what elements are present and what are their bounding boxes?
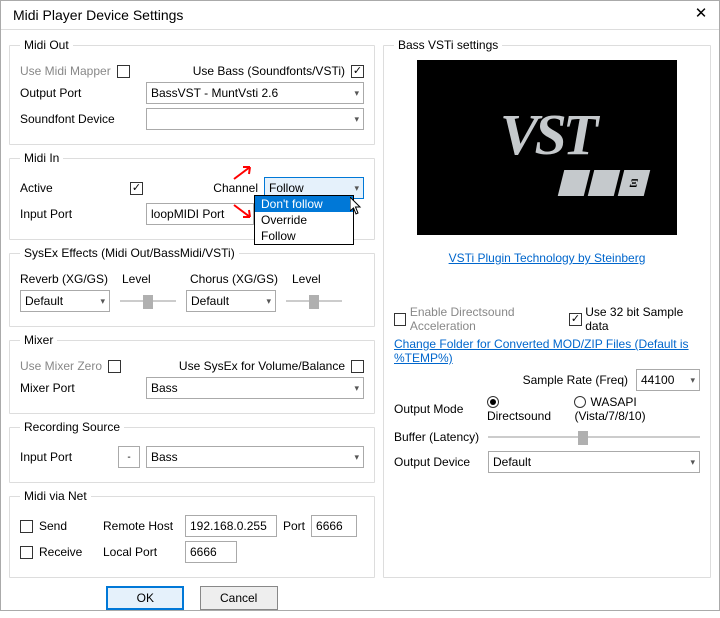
- sample-rate-label: Sample Rate (Freq): [523, 373, 628, 387]
- window-title: Midi Player Device Settings: [13, 7, 693, 23]
- use-sysex-checkbox[interactable]: [351, 360, 364, 373]
- directsound-radio[interactable]: Directsound: [487, 395, 560, 423]
- remote-port-label: Port: [283, 519, 305, 533]
- buffer-slider[interactable]: [488, 427, 700, 447]
- remote-host-input[interactable]: [185, 515, 277, 537]
- ok-button[interactable]: OK: [106, 586, 184, 610]
- channel-option-follow[interactable]: Follow: [255, 228, 353, 244]
- chevron-down-icon: ▾: [350, 88, 359, 99]
- use-midi-mapper-checkbox[interactable]: [117, 65, 130, 78]
- midi-in-group: Midi In Active Channel Follow ▾ Input Po…: [9, 151, 375, 240]
- output-device-label: Output Device: [394, 455, 488, 469]
- chevron-down-icon: ▾: [350, 114, 359, 125]
- output-device-combo[interactable]: Default ▾: [488, 451, 700, 473]
- reverb-combo[interactable]: Default ▾: [20, 290, 110, 312]
- use-32bit-checkbox[interactable]: [569, 313, 581, 326]
- chevron-down-icon: ▾: [262, 296, 271, 307]
- output-device-value: Default: [493, 455, 531, 469]
- active-checkbox[interactable]: [130, 182, 143, 195]
- chorus-level-label: Level: [292, 272, 321, 286]
- use-sysex-label: Use SysEx for Volume/Balance: [179, 359, 345, 373]
- output-mode-label: Output Mode: [394, 402, 473, 416]
- bass-vsti-legend: Bass VSTi settings: [394, 38, 502, 52]
- channel-option-override[interactable]: Override: [255, 212, 353, 228]
- chevron-down-icon: ▾: [96, 296, 105, 307]
- chorus-value: Default: [191, 294, 229, 308]
- cancel-button[interactable]: Cancel: [200, 586, 278, 610]
- chorus-level-slider[interactable]: [284, 291, 344, 311]
- receive-label: Receive: [39, 545, 97, 559]
- chorus-combo[interactable]: Default ▾: [186, 290, 276, 312]
- chevron-down-icon: ▾: [686, 457, 695, 468]
- use-bass-label: Use Bass (Soundfonts/VSTi): [193, 64, 345, 78]
- reverb-label: Reverb (XG/GS): [20, 272, 110, 286]
- midi-net-group: Midi via Net Send Remote Host Port Recei…: [9, 489, 375, 578]
- enable-ds-checkbox[interactable]: [394, 313, 406, 326]
- recording-group: Recording Source Input Port - Bass ▾: [9, 420, 375, 483]
- buffer-label: Buffer (Latency): [394, 430, 488, 444]
- receive-checkbox[interactable]: [20, 546, 33, 559]
- reverb-level-label: Level: [122, 272, 178, 286]
- use-mixer-zero-checkbox[interactable]: [108, 360, 121, 373]
- channel-label: Channel: [213, 181, 258, 195]
- channel-dropdown-list: Don't follow Override Follow: [254, 195, 354, 245]
- reverb-level-slider[interactable]: [118, 291, 178, 311]
- local-port-label: Local Port: [103, 545, 179, 559]
- use-32bit-label: Use 32 bit Sample data: [585, 305, 700, 333]
- sample-rate-value: 44100: [641, 373, 674, 387]
- midi-net-legend: Midi via Net: [20, 489, 91, 503]
- channel-value: Follow: [269, 181, 304, 195]
- sample-rate-combo[interactable]: 44100 ▾: [636, 369, 700, 391]
- remote-port-input[interactable]: [311, 515, 357, 537]
- chevron-down-icon: ▾: [350, 383, 359, 394]
- rec-input-port-label: Input Port: [20, 450, 112, 464]
- soundfont-combo[interactable]: ▾: [146, 108, 364, 130]
- chevron-down-icon: ▾: [686, 375, 695, 386]
- mixer-group: Mixer Use Mixer Zero Use SysEx for Volum…: [9, 333, 375, 414]
- vst-logo: VST Ξ: [417, 60, 677, 235]
- send-checkbox[interactable]: [20, 520, 33, 533]
- input-port-value: loopMIDI Port: [151, 207, 224, 221]
- enable-ds-label: Enable Directsound Acceleration: [410, 305, 570, 333]
- output-port-combo[interactable]: BassVST - MuntVsti 2.6 ▾: [146, 82, 364, 104]
- rec-input-combo[interactable]: Bass ▾: [146, 446, 364, 468]
- channel-option-dont-follow[interactable]: Don't follow: [255, 196, 353, 212]
- midi-out-group: Midi Out Use Midi Mapper Use Bass (Sound…: [9, 38, 375, 145]
- reverb-value: Default: [25, 294, 63, 308]
- mixer-legend: Mixer: [20, 333, 57, 347]
- bass-vsti-group: Bass VSTi settings VST Ξ VSTi Plugin Tec…: [383, 38, 711, 578]
- remote-host-label: Remote Host: [103, 519, 179, 533]
- chorus-label: Chorus (XG/GS): [190, 272, 280, 286]
- rec-small-button[interactable]: -: [118, 446, 140, 468]
- use-bass-checkbox[interactable]: [351, 65, 364, 78]
- output-port-value: BassVST - MuntVsti 2.6: [151, 86, 278, 100]
- output-port-label: Output Port: [20, 86, 146, 100]
- mixer-port-value: Bass: [151, 381, 178, 395]
- cursor-icon: [350, 197, 364, 218]
- change-folder-link[interactable]: Change Folder for Converted MOD/ZIP File…: [394, 337, 700, 365]
- wasapi-radio[interactable]: WASAPI (Vista/7/8/10): [574, 395, 700, 423]
- use-mixer-zero-label: Use Mixer Zero: [20, 359, 102, 373]
- send-label: Send: [39, 519, 97, 533]
- active-label: Active: [20, 181, 130, 195]
- input-port-label: Input Port: [20, 207, 146, 221]
- close-icon[interactable]: ✕: [693, 7, 709, 23]
- midi-in-legend: Midi In: [20, 151, 63, 165]
- sysex-legend: SysEx Effects (Midi Out/BassMidi/VSTi): [20, 246, 239, 260]
- sysex-group: SysEx Effects (Midi Out/BassMidi/VSTi) R…: [9, 246, 375, 327]
- vst-link[interactable]: VSTi Plugin Technology by Steinberg: [449, 251, 646, 265]
- rec-input-value: Bass: [151, 450, 178, 464]
- chevron-down-icon: ▾: [350, 452, 359, 463]
- use-midi-mapper-label: Use Midi Mapper: [20, 64, 111, 78]
- chevron-down-icon: ▾: [350, 183, 359, 194]
- soundfont-label: Soundfont Device: [20, 112, 146, 126]
- recording-legend: Recording Source: [20, 420, 124, 434]
- input-port-combo[interactable]: loopMIDI Port: [146, 203, 254, 225]
- midi-out-legend: Midi Out: [20, 38, 73, 52]
- mixer-port-combo[interactable]: Bass ▾: [146, 377, 364, 399]
- mixer-port-label: Mixer Port: [20, 381, 146, 395]
- local-port-input[interactable]: [185, 541, 237, 563]
